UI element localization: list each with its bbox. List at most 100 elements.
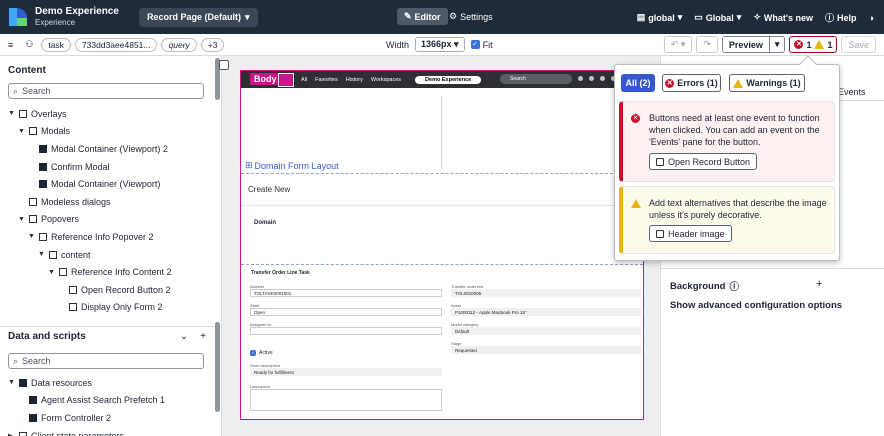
param-chip[interactable]: query [161, 37, 197, 52]
form-field-input[interactable]: Default [451, 327, 641, 335]
redo-button[interactable]: ↷ [696, 36, 718, 53]
tab-events[interactable]: Events [838, 87, 866, 97]
tree-item[interactable]: ▶ Client state parameters [0, 427, 214, 436]
form-field-input[interactable]: P1000112 - Apple MacBook Pro 15" [451, 308, 641, 316]
param-chip[interactable]: 733dd3aee4851... [74, 37, 158, 52]
search-icon: ⌕ [13, 85, 19, 96]
database-icon [19, 378, 27, 387]
settings-button[interactable]: ⚙ Settings [449, 11, 493, 22]
tree-item[interactable]: ▼ Overlays [0, 105, 221, 123]
error-message: Buttons need at least one event to funct… [649, 113, 820, 147]
param-chip[interactable]: task [41, 37, 71, 52]
add-icon[interactable]: + [816, 278, 822, 290]
header-image-link[interactable]: Header image [649, 225, 732, 242]
add-icon[interactable]: + [200, 331, 206, 342]
editor-mode-button[interactable]: ✎ Editor [397, 8, 448, 25]
fit-checkbox[interactable]: ✓ Fit [470, 40, 493, 50]
button-icon [69, 285, 77, 294]
filter-errors-button[interactable]: ✕ Errors (1) [662, 74, 721, 92]
document-icon: ▭ [694, 12, 703, 22]
tree-item-label: Modals [41, 126, 71, 137]
tree-item[interactable]: ▼ Popovers [0, 211, 221, 229]
issues-button[interactable]: ✕ 1 1 [789, 36, 838, 53]
tree-item[interactable]: ▼ content [0, 246, 221, 264]
tree-item-label: Reference Info Popover 2 [51, 231, 154, 242]
tree-item[interactable]: Modeless dialogs [0, 193, 221, 211]
chevron-toggle-icon[interactable]: ▼ [8, 110, 15, 117]
tree-item[interactable]: ▼ Data resources [0, 374, 214, 392]
preview-label: Preview [723, 37, 770, 52]
chevron-toggle-icon[interactable]: ▼ [28, 233, 35, 240]
open-record-button-link[interactable]: Open Record Button [649, 153, 758, 170]
chevron-toggle-icon[interactable]: ▶ [8, 432, 15, 436]
filter-all-button[interactable]: All (2) [621, 74, 655, 92]
info-icon[interactable]: ⓘ [729, 279, 739, 293]
tree-item-label: Reference Info Content 2 [71, 267, 172, 278]
advanced-options-link[interactable]: Show advanced configuration options [670, 300, 842, 311]
width-select[interactable]: 1366px ▾ [415, 37, 465, 52]
tree-item[interactable]: Agent Assist Search Prefetch 1 [0, 392, 214, 410]
chevron-down-icon: ▾ [244, 11, 250, 22]
chevron-toggle-icon[interactable]: ▼ [18, 128, 25, 135]
chevron-toggle-icon[interactable]: ▼ [38, 251, 45, 258]
page-selector[interactable]: Record Page (Default) ▾ [138, 7, 258, 27]
collapse-panel-icon[interactable] [219, 60, 229, 70]
chevron-down-icon[interactable]: ▾ [770, 39, 785, 50]
gear-icon: ⚙ [449, 11, 458, 21]
database-icon [29, 396, 37, 405]
content-tree: ▼ Overlays ▼ Modals Modal Container (Viewpor… [0, 105, 221, 316]
pencil-icon: ✎ [404, 11, 412, 21]
app-title[interactable]: Demo Experience Experience [35, 6, 119, 28]
tree-item[interactable]: Confirm Modal [0, 158, 221, 176]
form-field-input[interactable] [250, 389, 442, 411]
divider [241, 264, 643, 265]
theme-toggle-icon[interactable]: ◑ [869, 13, 874, 23]
form-field-input[interactable]: Open [250, 308, 442, 316]
undo-button[interactable]: ↶ ▾ [663, 36, 693, 53]
form-field-input[interactable]: Requested [451, 346, 641, 354]
app-header: Demo Experience Experience Record Page (… [0, 0, 884, 34]
chevron-toggle-icon[interactable]: ▼ [48, 269, 55, 276]
select-parent-icon[interactable] [278, 73, 294, 87]
tree-item[interactable]: Modal Container (Viewport) 2 [0, 140, 221, 158]
tree-item[interactable]: Modal Container (Viewport) [0, 175, 221, 193]
warning-link-label: Header image [668, 228, 725, 239]
chevron-down-icon[interactable]: ⌄ [180, 331, 188, 342]
tree-item[interactable]: Display Only Form 2 [0, 299, 221, 317]
filter-warnings-button[interactable]: Warnings (1) [729, 74, 805, 92]
active-checkbox[interactable]: ✓ Active [250, 350, 273, 356]
form-field-input[interactable]: TOLTASK0001001 [250, 289, 442, 297]
preview-button[interactable]: Preview ▾ [721, 36, 786, 53]
data-search-input[interactable]: ⌕ Search [8, 353, 204, 369]
menu-icon[interactable]: ≡ [8, 40, 13, 50]
chevron-toggle-icon[interactable]: ▼ [18, 216, 25, 223]
tree-item[interactable]: Open Record Button 2 [0, 281, 221, 299]
background-label: Background [670, 280, 726, 292]
form-field-input[interactable]: Ready for fulfillment [250, 368, 442, 376]
content-search-input[interactable]: ⌕ Search [8, 83, 204, 99]
preview-nav-item: History [345, 76, 363, 83]
container-icon [59, 268, 67, 277]
tree-item[interactable]: ▼ Modals [0, 123, 221, 141]
body-selection-tag[interactable]: Body [250, 73, 281, 85]
global-selector[interactable]: ▭ Global ▾ [694, 12, 741, 23]
tree-item[interactable]: ▼ Reference Info Popover 2 [0, 228, 221, 246]
more-params-chip[interactable]: +3 [200, 37, 225, 52]
data-scrollbar[interactable] [215, 322, 220, 412]
tree-item-label: Popovers [41, 214, 80, 225]
whats-new-button[interactable]: ✧ What's new [753, 12, 813, 23]
chevron-toggle-icon[interactable]: ▼ [8, 379, 15, 386]
form-field-input[interactable]: TOL0010005 [451, 289, 641, 297]
domain-form-layout-label[interactable]: ⊞ Domain Form Layout [245, 160, 339, 171]
tree-item[interactable]: ▼ Reference Info Content 2 [0, 263, 221, 281]
form-field-input[interactable] [250, 327, 442, 335]
error-icon: ✕ [794, 40, 804, 49]
save-button[interactable]: Save [841, 36, 876, 53]
scope-selector[interactable]: ▤ global ▾ [637, 12, 683, 23]
tree-item-label: Open Record Button 2 [81, 284, 171, 295]
editor-label: Editor [414, 11, 441, 22]
help-button[interactable]: ⓘ Help [825, 11, 857, 24]
tree-item[interactable]: Form Controller 2 [0, 409, 214, 427]
user-icon[interactable]: ⚇ [25, 39, 33, 50]
global-label: Global [705, 12, 734, 23]
